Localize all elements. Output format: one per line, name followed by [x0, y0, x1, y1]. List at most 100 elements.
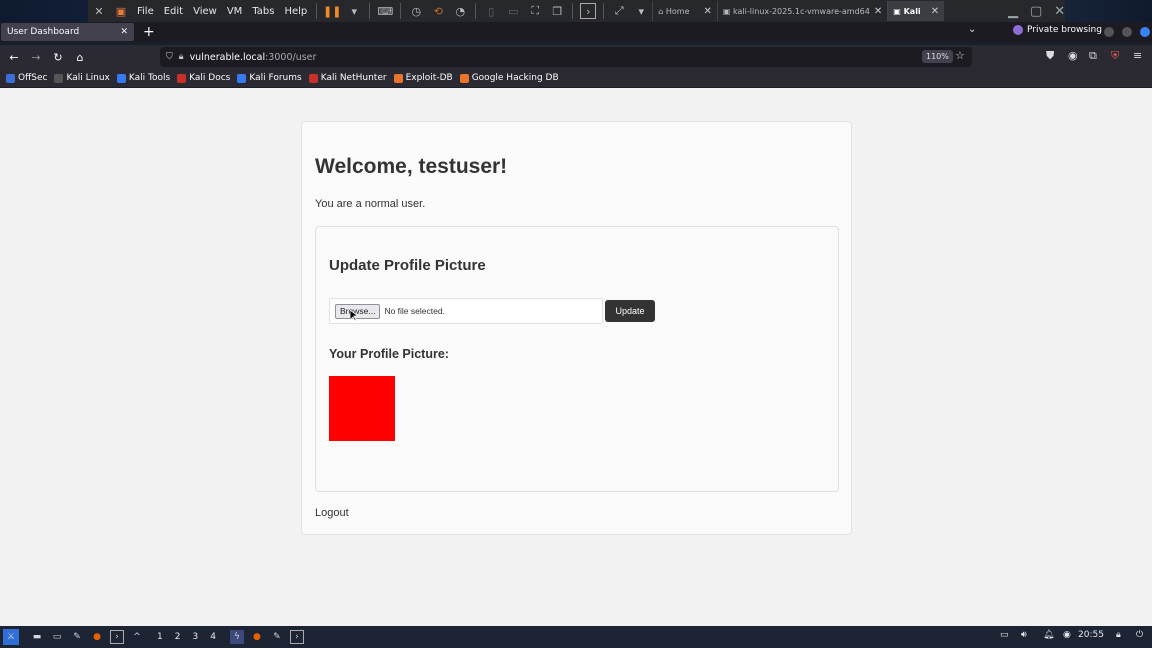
volume-icon[interactable]: 🔊︎ — [1021, 630, 1027, 640]
vm-menu-help[interactable]: Help — [284, 6, 307, 17]
firefox-icon[interactable]: ● — [90, 630, 104, 644]
vm-tab-label: Kali — [903, 6, 921, 16]
close-icon[interactable]: ✕ — [931, 6, 939, 17]
url-bar[interactable]: ⛉ 🔒︎ vulnerable.local:3000/user 110% ☆ — [160, 47, 972, 67]
logout-link[interactable]: Logout — [315, 507, 349, 519]
ublock-icon[interactable]: ⛨ — [1111, 49, 1119, 63]
bookmark-kali-forums[interactable]: Kali Forums — [237, 73, 302, 83]
send-keys-icon[interactable]: ⌨ — [377, 3, 393, 19]
chevron-down-icon[interactable]: ▾ — [346, 3, 362, 19]
close-button[interactable] — [1140, 27, 1150, 37]
pause-icon[interactable]: ❚❚ — [323, 3, 341, 19]
minimize-button[interactable] — [1104, 27, 1114, 37]
maximize-button[interactable] — [1122, 27, 1132, 37]
zoom-level[interactable]: 110% — [922, 50, 953, 63]
bookmark-kali-tools[interactable]: Kali Tools — [116, 73, 170, 83]
bookmark-kali-linux[interactable]: Kali Linux — [54, 73, 110, 83]
page-viewport: Welcome, testuser! You are a normal user… — [0, 88, 1152, 626]
display-icon[interactable]: ▭ — [1000, 630, 1009, 640]
workspace-2[interactable]: 2 — [175, 632, 181, 642]
close-icon[interactable]: ✕ — [874, 6, 882, 17]
vm-menu-tabs[interactable]: Tabs — [252, 6, 274, 17]
bookmark-exploit-db[interactable]: Exploit-DB — [393, 73, 453, 83]
home-icon[interactable]: ⌂ — [69, 51, 91, 64]
bookmark-label: Kali Docs — [189, 73, 231, 83]
firefox-window-icon[interactable]: ● — [250, 630, 264, 644]
stretch-icon[interactable]: ⤢ — [611, 3, 627, 19]
back-icon[interactable]: ← — [3, 51, 25, 64]
vm-tab-label: kali-linux-2025.1c-vmware-amd64 — [733, 6, 870, 16]
lock-icon[interactable]: 🔒︎ — [1116, 630, 1121, 640]
chevron-down-icon[interactable]: ▾ — [633, 3, 649, 19]
bookmark-kali-docs[interactable]: Kali Docs — [177, 73, 230, 83]
mouse-cursor-icon — [350, 310, 358, 322]
fullscreen-icon[interactable]: ⛶ — [527, 3, 543, 19]
sidebar-icon[interactable]: ▯ — [483, 3, 499, 19]
menu-icon[interactable]: ≡ — [1133, 49, 1142, 62]
snapshot-manager-icon[interactable]: ◔ — [452, 3, 468, 19]
kali-menu-icon[interactable]: ⚔ — [3, 629, 19, 645]
browser-tab-user-dashboard[interactable]: User Dashboard ✕ — [1, 23, 134, 41]
bookmark-star-icon[interactable]: ☆ — [955, 49, 965, 62]
workspace-3[interactable]: 3 — [192, 632, 198, 642]
bookmark-offsec[interactable]: OffSec — [6, 73, 47, 83]
editor-window-icon[interactable]: ✎ — [270, 630, 284, 644]
clock-time[interactable]: 20:55 — [1078, 630, 1104, 640]
pocket-icon[interactable]: ⛊ — [1046, 49, 1054, 63]
page-title: Welcome, testuser! — [315, 155, 508, 178]
vm-menu-vm[interactable]: VM — [227, 6, 242, 17]
unity-icon[interactable]: ❐ — [549, 3, 565, 19]
file-input[interactable]: Browse... No file selected. — [329, 298, 603, 324]
forward-icon[interactable]: → — [25, 51, 47, 64]
separator — [603, 3, 605, 19]
pin-icon[interactable]: ✕ — [91, 3, 107, 19]
vmware-toolbar: ✕ ▣ File Edit View VM Tabs Help ❚❚ ▾ ⌨ ◷… — [88, 0, 1065, 22]
bookmark-label: Kali NetHunter — [320, 73, 387, 83]
bookmarks-toolbar: OffSec Kali Linux Kali Tools Kali Docs K… — [0, 69, 1152, 87]
close-icon[interactable]: ✕ — [120, 27, 128, 37]
vm-menu-file[interactable]: File — [137, 6, 154, 17]
vm-tab-home[interactable]: ⌂ Home ✕ — [652, 1, 717, 21]
close-icon[interactable]: ✕ — [704, 6, 712, 17]
vm-tab-kali[interactable]: ▣ Kali ✕ — [887, 1, 945, 21]
bookmark-google-hacking-db[interactable]: Google Hacking DB — [459, 73, 559, 83]
separator — [475, 3, 477, 19]
power-icon[interactable]: ⏻ — [1136, 630, 1143, 640]
thumbnail-icon[interactable]: ▭ — [505, 3, 521, 19]
terminal-icon[interactable]: › — [110, 630, 124, 644]
extensions-icon[interactable]: ⧉ — [1089, 49, 1097, 63]
vm-tab-label: Home — [665, 6, 690, 16]
snapshot-icon[interactable]: ◷ — [408, 3, 424, 19]
update-button[interactable]: Update — [605, 300, 655, 322]
account-icon[interactable]: ◉ — [1068, 49, 1078, 62]
dashboard-card: Welcome, testuser! You are a normal user… — [301, 121, 852, 535]
text-editor-icon[interactable]: ✎ — [70, 630, 84, 644]
file-manager-icon[interactable]: ▭ — [50, 630, 64, 644]
console-icon[interactable]: › — [580, 3, 597, 19]
vm-tab-kali-linux[interactable]: ▣ kali-linux-2025.1c-vmware-amd64 ✕ — [716, 1, 887, 21]
new-tab-icon[interactable]: + — [143, 24, 155, 40]
maximize-icon[interactable]: ▢ — [1030, 4, 1042, 19]
chevron-down-icon[interactable]: ⌄ — [968, 24, 976, 35]
terminal-window-icon[interactable]: › — [289, 630, 304, 644]
chevron-up-icon[interactable]: ^ — [130, 630, 144, 644]
nethunter-icon — [308, 73, 318, 83]
burp-icon[interactable]: ϟ — [229, 630, 244, 644]
private-browsing-label: Private browsing — [1027, 25, 1102, 35]
minimize-icon[interactable]: ▁ — [1008, 4, 1018, 19]
workspace-4[interactable]: 4 — [210, 632, 216, 642]
kali-forums-icon — [237, 73, 247, 83]
vm-menu-view[interactable]: View — [193, 6, 217, 17]
vm-menu-edit[interactable]: Edit — [164, 6, 183, 17]
workspace-1[interactable]: 1 — [157, 632, 163, 642]
revert-snapshot-icon[interactable]: ⟲ — [430, 3, 446, 19]
show-desktop-icon[interactable]: ▬ — [30, 630, 44, 644]
reload-icon[interactable]: ↻ — [47, 51, 69, 64]
kali-docs-icon — [177, 73, 187, 83]
lock-icon[interactable]: 🔒︎ — [179, 52, 184, 62]
bookmark-label: OffSec — [18, 73, 48, 83]
bookmark-kali-nethunter[interactable]: Kali NetHunter — [308, 73, 387, 83]
shield-icon[interactable]: ⛉ — [166, 52, 173, 62]
notification-bell-icon[interactable]: 🔔︎ — [1043, 630, 1054, 640]
close-icon[interactable]: ✕ — [1054, 4, 1065, 19]
